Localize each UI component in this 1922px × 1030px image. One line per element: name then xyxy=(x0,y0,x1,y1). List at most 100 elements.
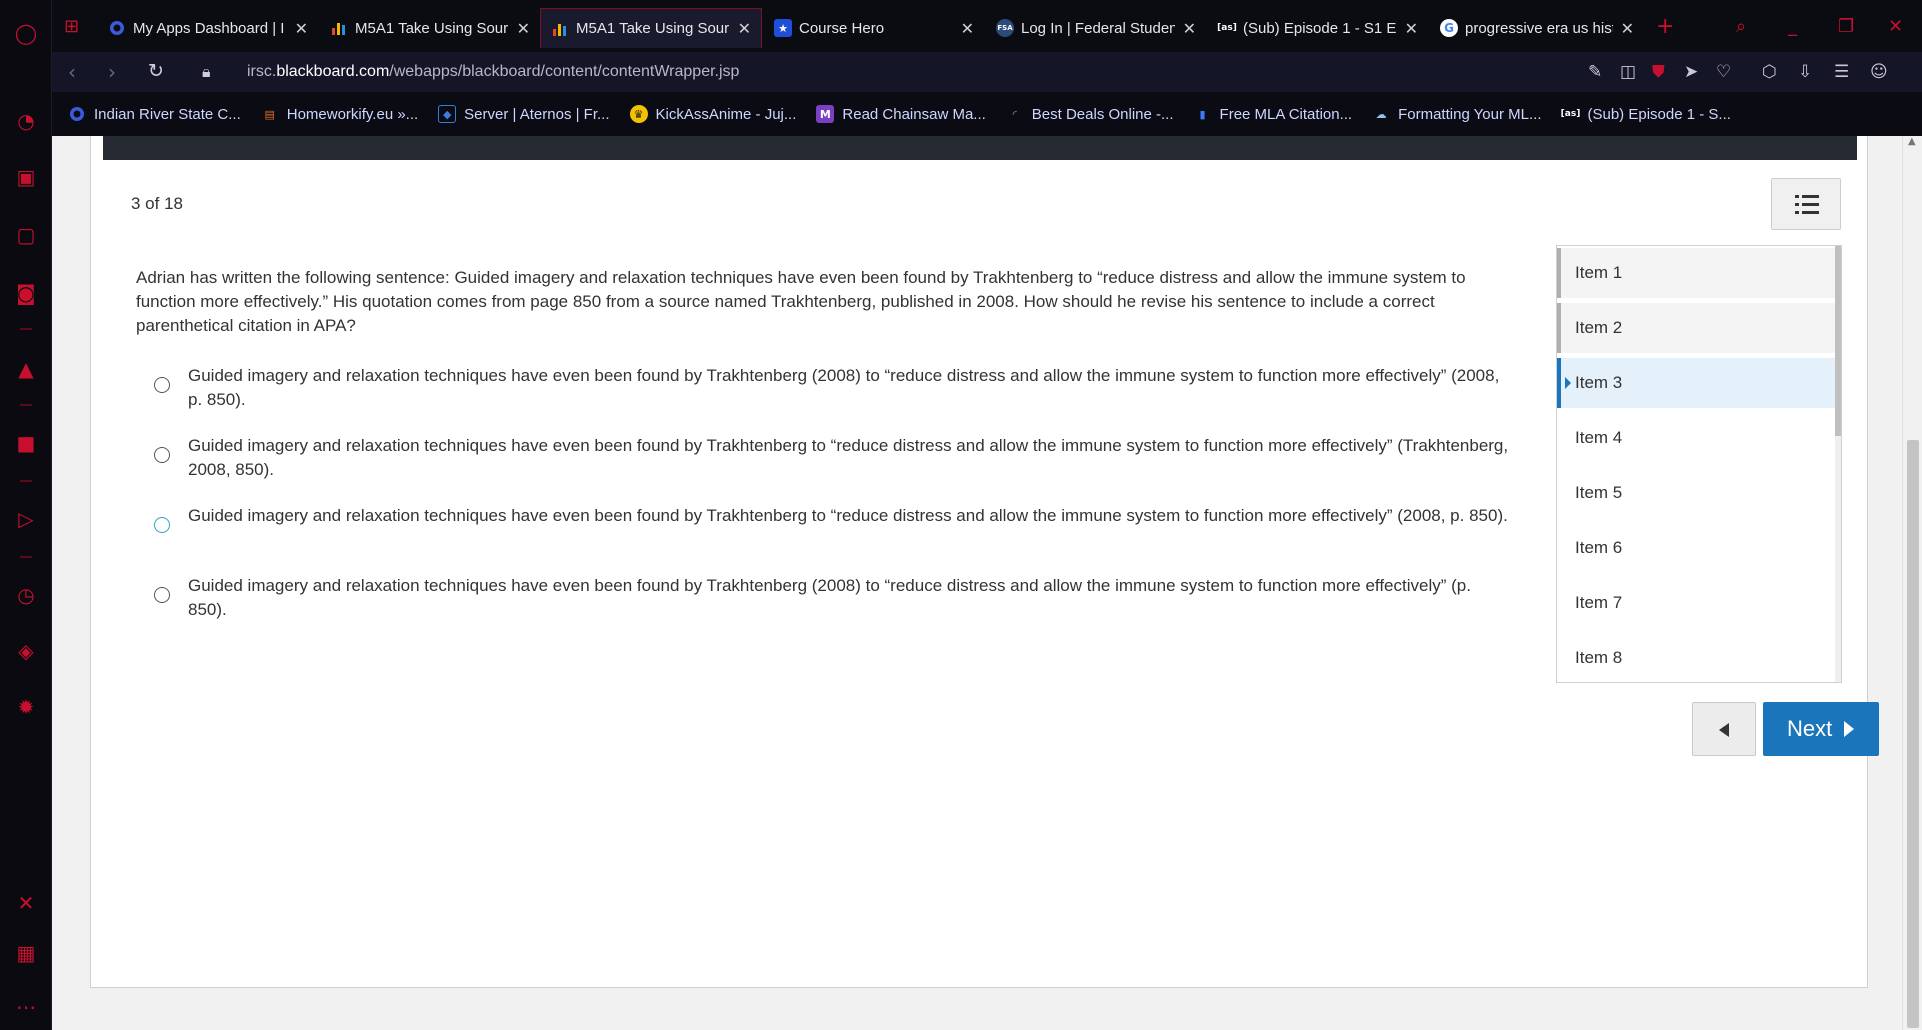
answer-text: Guided imagery and relaxation techniques… xyxy=(188,506,1508,525)
answer-text: Guided imagery and relaxation techniques… xyxy=(188,576,1471,619)
question-list-button[interactable] xyxy=(1771,178,1841,230)
cube-icon[interactable]: ◈ xyxy=(13,638,39,664)
manga-icon: M xyxy=(816,105,835,123)
download-icon[interactable]: ⇩ xyxy=(1798,62,1812,82)
profile-icon[interactable]: ☺ xyxy=(1870,62,1888,82)
lock-icon: 🔒︎ xyxy=(202,62,211,81)
rss-icon: ◜ xyxy=(1012,107,1017,121)
bookmark-kickassanime[interactable]: ♛ KickAssAnime - Juj... xyxy=(629,105,796,123)
bookmark-aternos[interactable]: ◆ Server | Aternos | Fr... xyxy=(438,105,610,123)
address-bar: ‹ › ↻ 🔒︎ irsc.blackboard.com/webapps/bla… xyxy=(52,52,1922,92)
current-caret-icon xyxy=(1565,377,1571,389)
close-icon[interactable]: ✕ xyxy=(1183,19,1196,38)
bookmark-irsc[interactable]: Indian River State C... xyxy=(68,105,241,123)
circle-logo-icon xyxy=(108,19,126,37)
answer-option-4[interactable]: Guided imagery and relaxation techniques… xyxy=(154,574,1514,622)
camera-icon[interactable]: ◫ xyxy=(1620,62,1636,82)
radio-button[interactable] xyxy=(154,377,170,393)
bookmark-best-deals[interactable]: ◜ Best Deals Online -... xyxy=(1006,105,1174,123)
answer-text: Guided imagery and relaxation techniques… xyxy=(188,366,1500,409)
answer-text: Guided imagery and relaxation techniques… xyxy=(188,436,1509,479)
close-icon[interactable]: ✕ xyxy=(1621,19,1634,38)
scrollbar-thumb[interactable] xyxy=(1907,440,1919,1028)
caret-left-icon xyxy=(1719,723,1729,737)
bookmarks-bar: Indian River State C... ▤ Homeworkify.eu … xyxy=(52,96,1922,132)
close-icon[interactable]: ✕ xyxy=(738,19,751,38)
url-field[interactable]: irsc.blackboard.com/webapps/blackboard/c… xyxy=(247,63,739,81)
tab-google[interactable]: G progressive era us histo ✕ xyxy=(1430,8,1644,48)
radio-button[interactable] xyxy=(154,587,170,603)
opera-logo-icon[interactable]: ◯ xyxy=(13,20,39,46)
item-nav-4[interactable]: Item 4 xyxy=(1557,413,1841,463)
gamepad-icon[interactable]: ⊞ xyxy=(64,16,79,37)
new-tab-plus-icon[interactable]: + xyxy=(1656,14,1674,39)
tab-my-apps[interactable]: My Apps Dashboard | I ✕ xyxy=(98,8,318,48)
bookmark-homeworkify[interactable]: ▤ Homeworkify.eu »... xyxy=(261,105,419,123)
item-nav-1[interactable]: Item 1 xyxy=(1557,248,1841,298)
settings-icon[interactable]: ✹ xyxy=(13,694,39,720)
close-icon[interactable]: ✕ xyxy=(1405,19,1418,38)
item-nav-6[interactable]: Item 6 xyxy=(1557,523,1841,573)
circle-logo-icon xyxy=(68,105,86,123)
close-icon[interactable]: ✕ xyxy=(295,19,308,38)
heart-icon[interactable]: ♡ xyxy=(1716,62,1731,82)
forward-icon[interactable]: › xyxy=(108,60,116,84)
briefcase-icon[interactable]: ▣ xyxy=(13,164,39,190)
item-nav-7[interactable]: Item 7 xyxy=(1557,578,1841,628)
item-navigator: Item 1 Item 2 Item 3 Item 4 Item 5 Item … xyxy=(1556,245,1842,683)
gallery-icon[interactable]: ▦ xyxy=(13,940,39,966)
back-icon[interactable]: ‹ xyxy=(68,60,76,84)
previous-button[interactable] xyxy=(1692,702,1756,756)
next-button[interactable]: Next xyxy=(1763,702,1879,756)
caret-right-icon xyxy=(1844,721,1855,737)
close-icon[interactable]: ✕ xyxy=(517,19,530,38)
tab-fsa[interactable]: FSA Log In | Federal Studen ✕ xyxy=(986,8,1206,48)
answer-option-1[interactable]: Guided imagery and relaxation techniques… xyxy=(154,364,1514,412)
bookmark-formatting[interactable]: ☁ Formatting Your ML... xyxy=(1372,105,1542,123)
twitch-icon[interactable]: ▢ xyxy=(13,222,39,248)
close-icon[interactable]: ✕ xyxy=(961,19,974,38)
tab-course-hero[interactable]: ★ Course Hero ✕ xyxy=(764,8,984,48)
more-icon[interactable]: ⋯ xyxy=(13,994,39,1020)
easy-setup-icon[interactable]: ☰ xyxy=(1834,62,1849,82)
send-icon[interactable]: ➤ xyxy=(1684,62,1698,82)
cube-icon[interactable]: ⬡ xyxy=(1762,62,1777,82)
edit-icon[interactable]: ✎ xyxy=(1588,62,1602,82)
item-nav-3[interactable]: Item 3 xyxy=(1557,358,1841,408)
item-nav-8[interactable]: Item 8 xyxy=(1557,633,1841,682)
minimize-icon[interactable]: _ xyxy=(1788,16,1797,37)
radio-button[interactable] xyxy=(154,447,170,463)
item-nav-2[interactable]: Item 2 xyxy=(1557,303,1841,353)
close-window-icon[interactable]: ✕ xyxy=(1888,16,1903,37)
tab-m5a1-active[interactable]: M5A1 Take Using Sour ✕ xyxy=(540,8,762,48)
vpn-icon[interactable]: ◙ xyxy=(13,280,39,306)
tab-m5a1-1[interactable]: M5A1 Take Using Sour ✕ xyxy=(320,8,540,48)
books-icon: ▤ xyxy=(264,107,275,121)
question-counter: 3 of 18 xyxy=(131,194,183,213)
fire-icon[interactable]: ▲ xyxy=(13,356,39,382)
test-card: 3 of 18 Adrian has written the following… xyxy=(90,136,1879,988)
discord-icon[interactable]: ■ xyxy=(13,430,39,456)
bookmark-episode[interactable]: [as] (Sub) Episode 1 - S... xyxy=(1561,105,1731,123)
cloud-icon: ☁ xyxy=(1375,107,1387,121)
answer-option-2[interactable]: Guided imagery and relaxation techniques… xyxy=(154,434,1514,482)
bookmark-free-mla[interactable]: ▮ Free MLA Citation... xyxy=(1194,105,1353,123)
player-icon[interactable]: ▷ xyxy=(13,506,39,532)
answer-option-3[interactable]: Guided imagery and relaxation techniques… xyxy=(154,504,1514,533)
page-scrollbar[interactable]: ▲ xyxy=(1902,136,1922,1030)
shield-icon[interactable]: ⛊ xyxy=(1652,62,1665,82)
item-nav-5[interactable]: Item 5 xyxy=(1557,468,1841,518)
scroll-up-icon[interactable]: ▲ xyxy=(1908,136,1916,147)
restore-icon[interactable]: ❐ xyxy=(1838,16,1854,37)
history-icon[interactable]: ◷ xyxy=(13,582,39,608)
item-list-scrollbar[interactable] xyxy=(1835,246,1841,682)
reload-icon[interactable]: ↻ xyxy=(148,60,164,82)
tab-episode[interactable]: [as] (Sub) Episode 1 - S1 EP ✕ xyxy=(1208,8,1428,48)
radio-button[interactable] xyxy=(154,517,170,533)
search-tabs-icon[interactable]: ⌕ xyxy=(1736,16,1746,37)
as-icon: [as] xyxy=(1217,23,1237,33)
bookmark-chainsaw[interactable]: M Read Chainsaw Ma... xyxy=(816,105,986,123)
aternos-icon: ◆ xyxy=(438,105,457,123)
speed-dial-icon[interactable]: ◔ xyxy=(13,108,39,134)
extension-icon[interactable]: ✕ xyxy=(13,890,39,916)
